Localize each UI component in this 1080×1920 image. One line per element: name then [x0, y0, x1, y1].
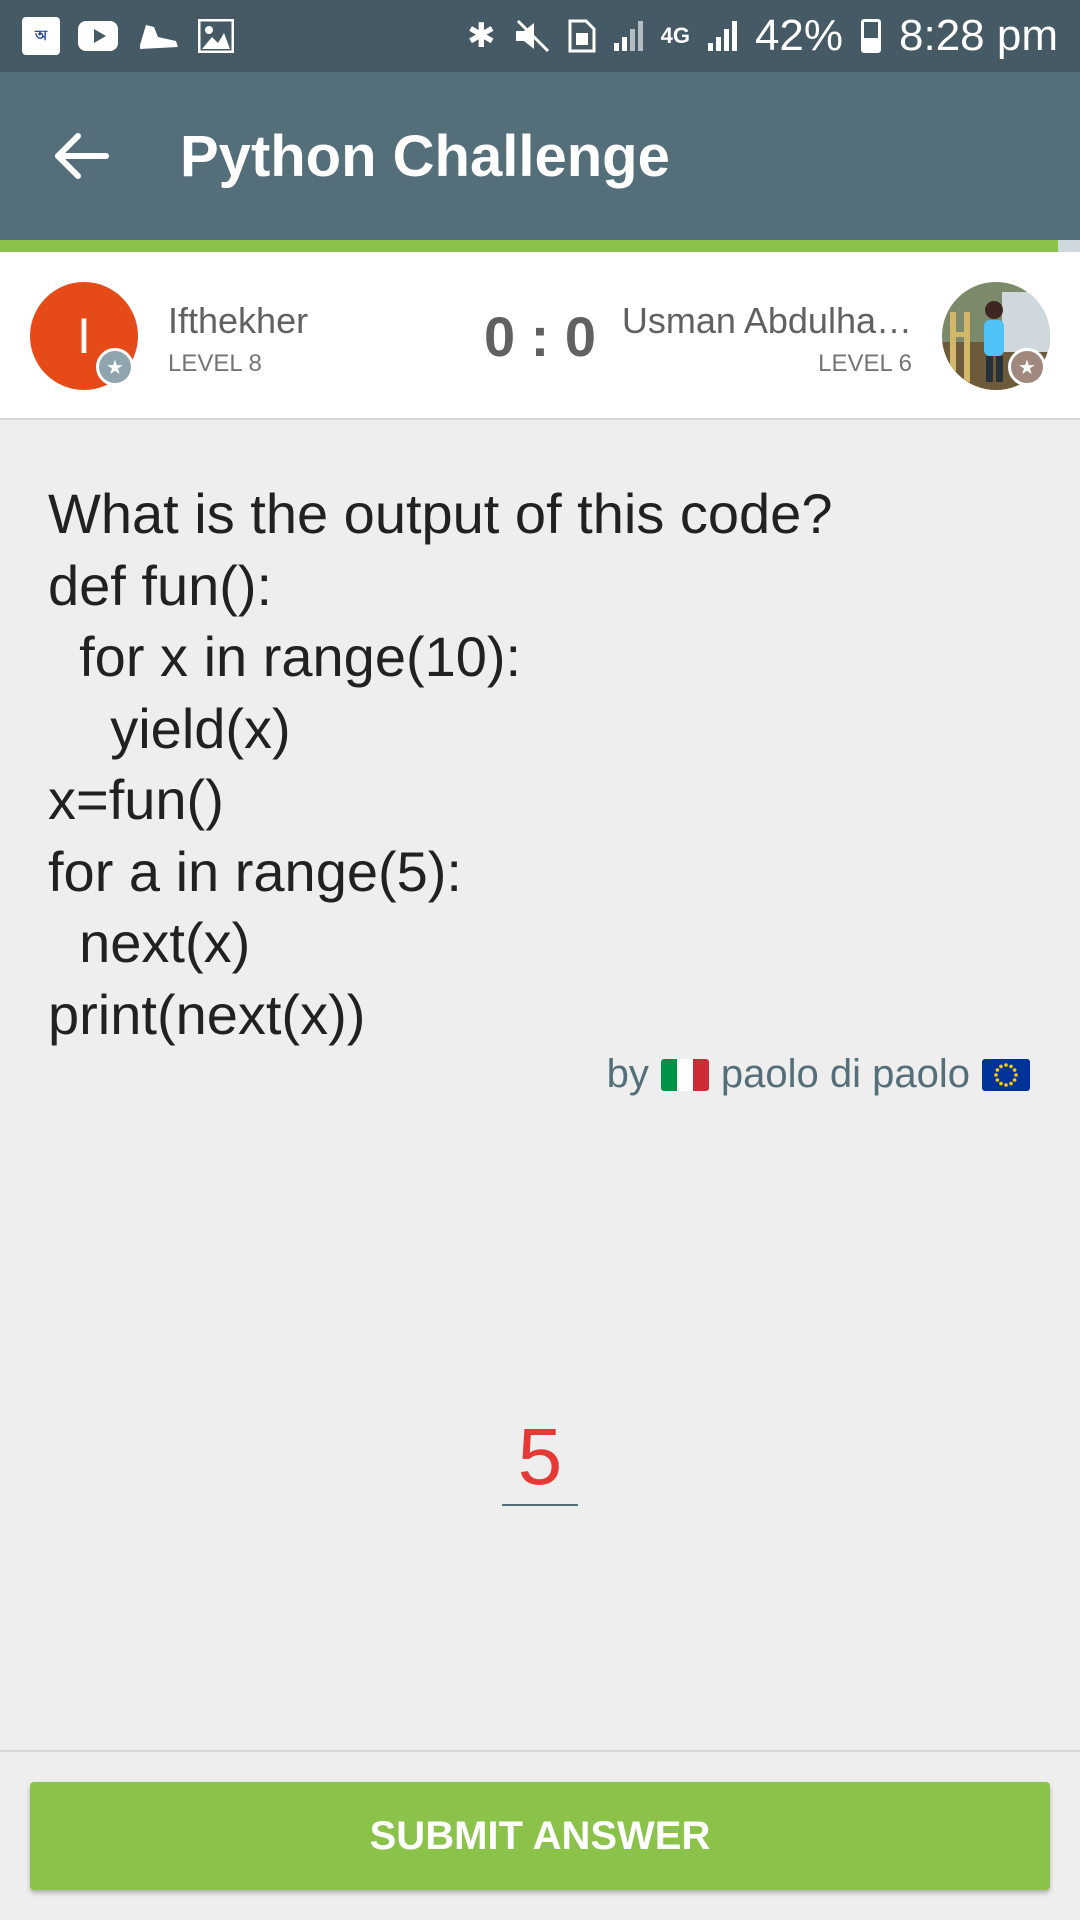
app-toolbar: Python Challenge — [0, 72, 1080, 240]
status-bar: অ ✱ 4G 42% 8:28 pm — [0, 0, 1080, 72]
italy-flag-icon — [660, 1058, 709, 1091]
star-badge-icon: ★ — [1008, 348, 1046, 386]
player-right-name: Usman Abdulha… — [621, 300, 912, 341]
signal-icon — [707, 21, 737, 51]
player-right-level: LEVEL 6 — [818, 350, 912, 377]
answer-input[interactable] — [502, 1410, 578, 1506]
code-line: yield(x) — [48, 696, 291, 760]
author-name: paolo di paolo — [720, 1052, 970, 1096]
author-prefix: by — [606, 1052, 649, 1096]
status-left-icons: অ — [22, 17, 234, 55]
score: 0 : 0 — [483, 305, 597, 368]
battery-icon — [861, 19, 882, 53]
challenge-progress-bar — [0, 240, 1080, 252]
bluetooth-icon: ✱ — [467, 17, 496, 55]
gallery-icon — [198, 19, 234, 53]
page-title: Python Challenge — [180, 123, 670, 189]
player-left-name: Ifthekher — [168, 300, 309, 341]
battery-percent: 42% — [754, 11, 844, 60]
player-left-level: LEVEL 8 — [168, 350, 262, 377]
question-author[interactable]: by paolo di paolo — [607, 1052, 1030, 1097]
signal-icon — [613, 21, 643, 51]
star-badge-icon: ★ — [96, 348, 134, 386]
bangla-app-icon: অ — [22, 17, 60, 55]
code-line: def fun(): — [48, 553, 273, 617]
footer-divider — [0, 1750, 1080, 1752]
mute-icon — [515, 19, 549, 53]
answer-field-wrap — [502, 1410, 578, 1506]
code-line: x=fun() — [48, 768, 224, 831]
avatar-initial: I — [77, 308, 91, 364]
question-text: What is the output of this code? def fun… — [48, 478, 1038, 1050]
shoe-icon — [140, 25, 178, 49]
sim-icon — [568, 19, 596, 53]
arrow-back-icon[interactable] — [22, 96, 142, 216]
youtube-icon — [78, 21, 118, 51]
eu-flag-icon — [982, 1058, 1030, 1091]
code-line: for x in range(10): — [48, 625, 522, 688]
code-line: for a in range(5): — [48, 839, 462, 903]
submit-answer-button[interactable]: SUBMIT ANSWER — [30, 1782, 1050, 1890]
code-line: print(next(x)) — [48, 982, 366, 1046]
clock: 8:28 pm — [899, 11, 1058, 60]
progress-fill — [0, 240, 1059, 252]
status-right-icons: ✱ 4G 42% 8:28 pm — [467, 11, 1058, 61]
code-line: next(x) — [48, 911, 251, 974]
network-4g-icon: 4G — [660, 23, 690, 48]
players-scoreboard: I ★ Ifthekher LEVEL 8 0 : 0 Usman Abdulh… — [0, 252, 1080, 420]
question-line: What is the output of this code? — [48, 482, 833, 545]
